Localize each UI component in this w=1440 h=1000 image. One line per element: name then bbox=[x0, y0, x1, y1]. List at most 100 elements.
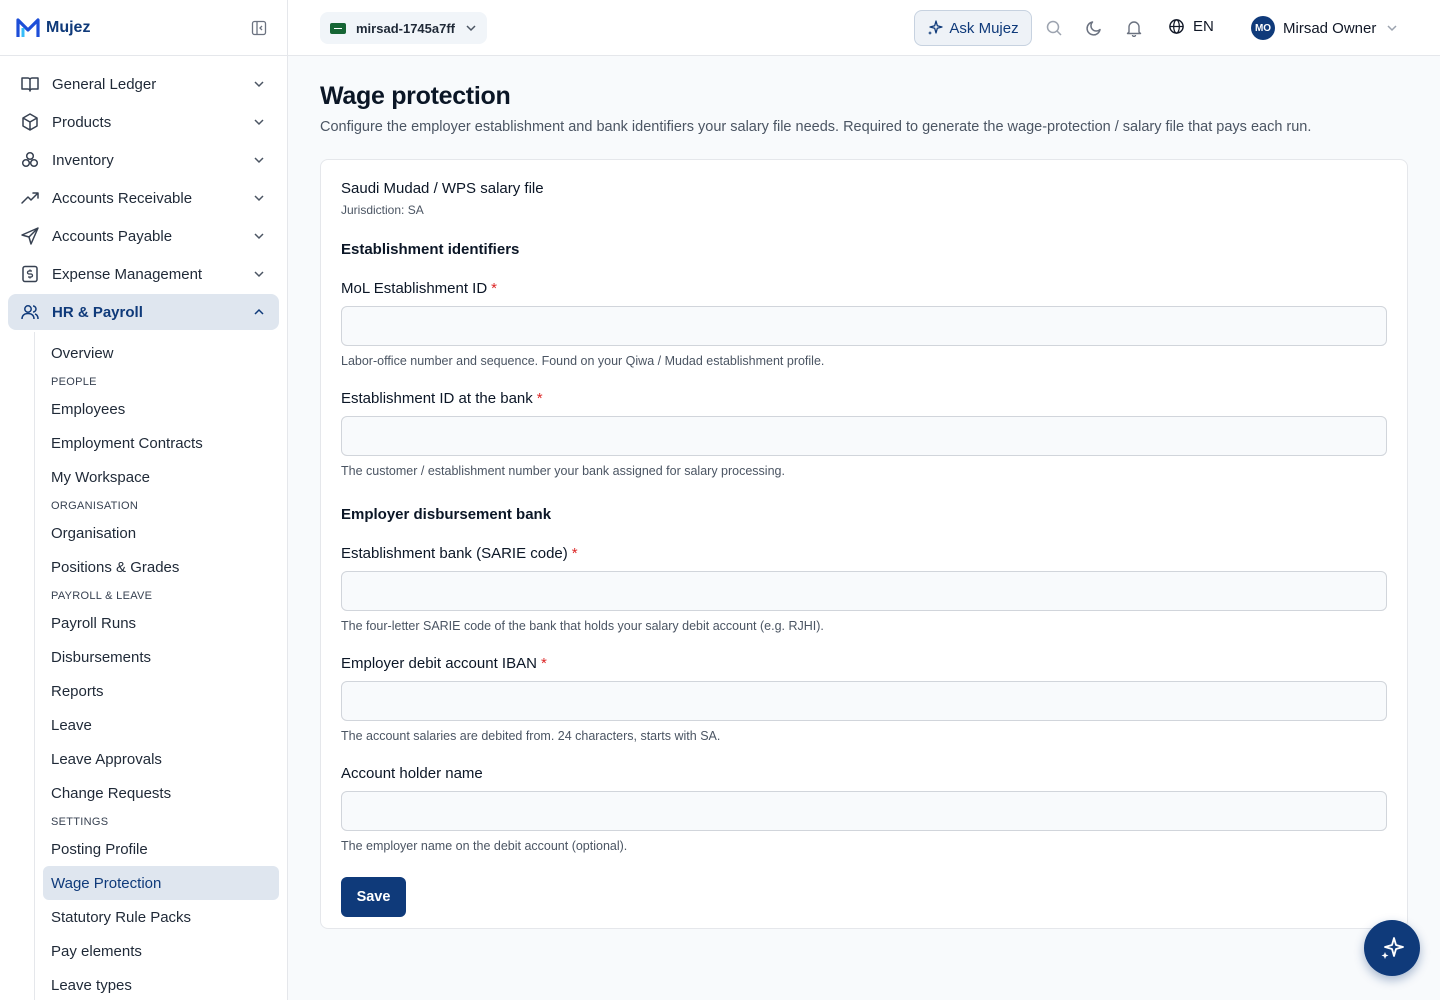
field-hint: Labor-office number and sequence. Found … bbox=[341, 354, 825, 368]
field-group-establishment-bank: Establishment bank (SARIE code) * The fou… bbox=[341, 545, 1387, 633]
sidebar-subitem-pay-elements[interactable]: Pay elements bbox=[43, 934, 279, 968]
sidebar-subitem-statutory-rule-packs[interactable]: Statutory Rule Packs bbox=[43, 900, 279, 934]
sidebar-item-hr-payroll[interactable]: HR & Payroll bbox=[8, 294, 279, 330]
sidebar-item-accounts-payable[interactable]: Accounts Payable bbox=[8, 218, 279, 254]
saudi-flag-icon bbox=[330, 22, 346, 34]
account-holder-name-input[interactable] bbox=[341, 791, 1387, 831]
establishment-bank-sarie-input[interactable] bbox=[341, 571, 1387, 611]
chevron-down-icon bbox=[254, 157, 264, 164]
users-icon bbox=[20, 302, 40, 322]
chevron-down-icon bbox=[254, 271, 264, 278]
required-marker: * bbox=[536, 390, 543, 407]
field-label-establishment-id-bank: Establishment ID at the bank * bbox=[341, 390, 1387, 407]
box-icon bbox=[20, 112, 40, 132]
label-text: Establishment ID at the bank bbox=[341, 390, 533, 407]
submenu-heading-people: PEOPLE bbox=[51, 376, 97, 388]
sparkles-icon bbox=[1381, 937, 1404, 959]
sidebar-item-products[interactable]: Products bbox=[8, 104, 279, 140]
avatar: MO bbox=[1251, 16, 1275, 40]
sidebar-subitem-employment-contracts[interactable]: Employment Contracts bbox=[43, 426, 279, 460]
boxes-icon bbox=[20, 150, 40, 170]
send-icon bbox=[20, 226, 40, 246]
organization-name: mirsad-1745a7ff bbox=[356, 20, 455, 36]
ask-mujez-label: Ask Mujez bbox=[949, 19, 1019, 37]
sidebar-subitem-disbursements[interactable]: Disbursements bbox=[43, 640, 279, 674]
sidebar-subitem-leave[interactable]: Leave bbox=[43, 708, 279, 742]
label-text: Establishment bank (SARIE code) bbox=[341, 545, 568, 562]
field-group-employer-iban: Employer debit account IBAN * The account… bbox=[341, 655, 1387, 743]
sidebar-item-expense-management[interactable]: Expense Management bbox=[8, 256, 279, 292]
label-text: Account holder name bbox=[341, 765, 483, 782]
user-name: Mirsad Owner bbox=[1283, 19, 1377, 37]
receipt-icon bbox=[20, 264, 40, 284]
chevron-down-icon bbox=[1387, 25, 1397, 32]
wps-settings-card: Saudi Mudad / WPS salary file Jurisdicti… bbox=[320, 159, 1408, 929]
chevron-down-icon bbox=[254, 81, 264, 88]
sidebar-item-accounts-receivable[interactable]: Accounts Receivable bbox=[8, 180, 279, 216]
book-icon bbox=[20, 74, 40, 94]
sidebar-item-label: HR & Payroll bbox=[52, 303, 143, 321]
field-hint: The account salaries are debited from. 2… bbox=[341, 729, 721, 743]
sidebar-item-label: Inventory bbox=[52, 151, 114, 169]
mol-establishment-id-input[interactable] bbox=[341, 306, 1387, 346]
language-switcher[interactable]: EN bbox=[1168, 18, 1214, 35]
required-marker: * bbox=[540, 655, 547, 672]
sidebar-subitem-payroll-runs[interactable]: Payroll Runs bbox=[43, 606, 279, 640]
field-hint: The customer / establishment number your… bbox=[341, 464, 785, 478]
field-label-employer-iban: Employer debit account IBAN * bbox=[341, 655, 1387, 672]
ask-mujez-button[interactable]: Ask Mujez bbox=[914, 10, 1032, 46]
sidebar-subitem-my-workspace[interactable]: My Workspace bbox=[43, 460, 279, 494]
card-title: Saudi Mudad / WPS salary file bbox=[341, 180, 544, 197]
sidebar-subitem-posting-profile[interactable]: Posting Profile bbox=[43, 832, 279, 866]
field-group-mol-establishment-id: MoL Establishment ID * Labor-office numbe… bbox=[341, 280, 1387, 368]
jurisdiction-label: Jurisdiction: SA bbox=[341, 203, 424, 217]
required-marker: * bbox=[571, 545, 578, 562]
language-label: EN bbox=[1193, 18, 1214, 35]
sidebar-item-general-ledger[interactable]: General Ledger bbox=[8, 66, 279, 102]
organization-switcher[interactable]: mirsad-1745a7ff bbox=[320, 12, 487, 44]
sidebar-subitem-positions-grades[interactable]: Positions & Grades bbox=[43, 550, 279, 584]
sidebar-subitem-change-requests[interactable]: Change Requests bbox=[43, 776, 279, 810]
page-description: Configure the employer establishment and… bbox=[320, 119, 1312, 135]
bell-icon[interactable] bbox=[1125, 19, 1143, 37]
brand-header: Mujez bbox=[0, 0, 287, 56]
sidebar-item-label: Products bbox=[52, 113, 112, 131]
employer-iban-input[interactable] bbox=[341, 681, 1387, 721]
chevron-down-icon bbox=[254, 195, 264, 202]
field-group-establishment-id-bank: Establishment ID at the bank * The custom… bbox=[341, 390, 1387, 478]
sidebar-subitem-organisation[interactable]: Organisation bbox=[43, 516, 279, 550]
label-text: Employer debit account IBAN bbox=[341, 655, 537, 672]
sidebar-nav: General Ledger Products Inventory Accoun… bbox=[0, 56, 287, 1000]
sidebar-subitem-leave-approvals[interactable]: Leave Approvals bbox=[43, 742, 279, 776]
sidebar-item-label: Expense Management bbox=[52, 265, 203, 283]
submenu-heading-settings: SETTINGS bbox=[51, 816, 109, 828]
sidebar-collapse-icon[interactable] bbox=[251, 20, 267, 36]
section-employer-disbursement-bank: Employer disbursement bank bbox=[341, 506, 552, 523]
sidebar-item-inventory[interactable]: Inventory bbox=[8, 142, 279, 178]
brand-name: Mujez bbox=[46, 18, 91, 36]
sparkles-icon bbox=[928, 20, 944, 35]
main-content: Wage protection Configure the employer e… bbox=[320, 56, 1408, 929]
globe-icon bbox=[1169, 19, 1184, 34]
label-text: MoL Establishment ID bbox=[341, 280, 488, 297]
field-group-account-holder-name: Account holder name The employer name on… bbox=[341, 765, 1387, 853]
chevron-up-icon bbox=[254, 308, 264, 315]
sidebar-subitem-wage-protection[interactable]: Wage Protection bbox=[43, 866, 279, 900]
moon-icon[interactable] bbox=[1085, 19, 1103, 37]
save-button[interactable]: Save bbox=[341, 877, 406, 917]
sidebar-subitem-overview[interactable]: Overview bbox=[43, 336, 279, 370]
sidebar-item-label: Accounts Payable bbox=[52, 227, 173, 245]
sidebar-item-label: General Ledger bbox=[52, 75, 157, 93]
search-icon[interactable] bbox=[1045, 19, 1063, 37]
page-title: Wage protection bbox=[320, 82, 511, 110]
chevron-down-icon bbox=[466, 25, 476, 32]
sidebar-subitem-leave-types[interactable]: Leave types bbox=[43, 968, 279, 1000]
sidebar-subitem-employees[interactable]: Employees bbox=[43, 392, 279, 426]
user-menu[interactable]: MO Mirsad Owner bbox=[1251, 16, 1398, 40]
ai-assistant-fab[interactable] bbox=[1364, 920, 1420, 976]
trending-up-icon bbox=[20, 188, 40, 208]
sidebar-subitem-reports[interactable]: Reports bbox=[43, 674, 279, 708]
establishment-id-bank-input[interactable] bbox=[341, 416, 1387, 456]
top-bar: mirsad-1745a7ff Ask Mujez EN MO Mirsad O… bbox=[288, 0, 1440, 56]
hr-payroll-submenu: Overview PEOPLE Employees Employment Con… bbox=[34, 332, 279, 1000]
